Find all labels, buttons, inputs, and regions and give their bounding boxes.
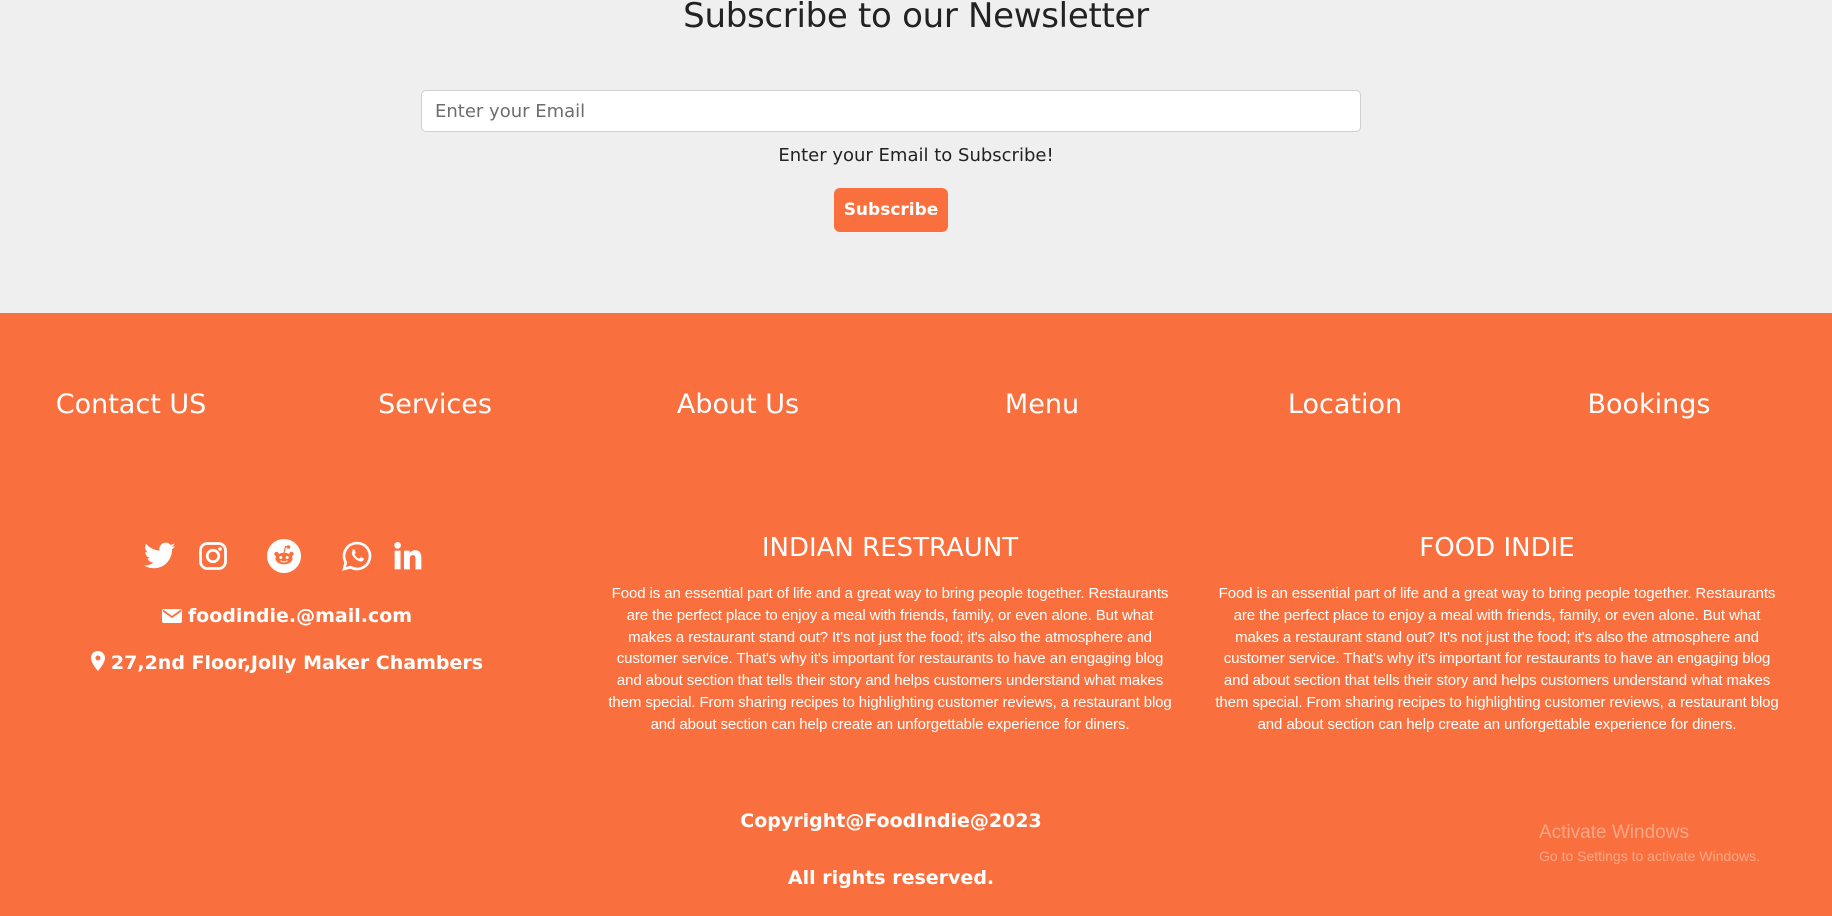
contact-email: foodindie.@mail.com: [0, 605, 574, 629]
watermark-line1: Activate Windows: [1539, 822, 1689, 843]
column-title-indian-restraunt: INDIAN RESTRAUNT: [761, 533, 1019, 563]
newsletter-title: Subscribe to our Newsletter: [683, 0, 1149, 36]
activate-windows-watermark: Activate Windows Go to Settings to activ…: [1539, 822, 1760, 864]
subscribe-help-text: Enter your Email to Subscribe!: [778, 145, 1054, 166]
nav-link-menu[interactable]: Menu: [1005, 389, 1079, 420]
reddit-icon[interactable]: [266, 538, 302, 574]
newsletter-section: Subscribe to our Newsletter Enter your E…: [0, 0, 1832, 313]
map-pin-icon: [90, 651, 105, 676]
contact-email-text[interactable]: foodindie.@mail.com: [188, 605, 412, 627]
envelope-icon: [161, 607, 182, 629]
linkedin-icon[interactable]: [390, 538, 426, 574]
nav-link-location[interactable]: Location: [1288, 389, 1402, 420]
email-input[interactable]: [421, 90, 1361, 132]
nav-link-services[interactable]: Services: [378, 389, 492, 420]
column-title-food-indie: FOOD INDIE: [1419, 533, 1575, 563]
instagram-icon[interactable]: [195, 538, 231, 574]
twitter-icon[interactable]: [142, 538, 178, 574]
footer: Contact US Services About Us Menu Locati…: [0, 313, 1832, 916]
contact-address-text: 27,2nd Floor,Jolly Maker Chambers: [110, 652, 484, 674]
subscribe-button[interactable]: Subscribe: [834, 188, 948, 232]
social-links: [0, 538, 574, 576]
column-text-food-indie: Food is an essential part of life and a …: [1215, 585, 1779, 733]
watermark-line2: Go to Settings to activate Windows.: [1539, 848, 1760, 864]
whatsapp-icon[interactable]: [339, 538, 375, 574]
column-text-indian-restraunt: Food is an essential part of life and a …: [608, 585, 1172, 733]
nav-link-contact-us[interactable]: Contact US: [56, 389, 207, 420]
contact-address: 27,2nd Floor,Jolly Maker Chambers: [0, 651, 574, 676]
rights-text: All rights reserved.: [787, 867, 995, 889]
copyright-text: Copyright@FoodIndie@2023: [740, 810, 1042, 832]
nav-link-bookings[interactable]: Bookings: [1587, 389, 1710, 420]
nav-link-about-us[interactable]: About Us: [677, 389, 799, 420]
